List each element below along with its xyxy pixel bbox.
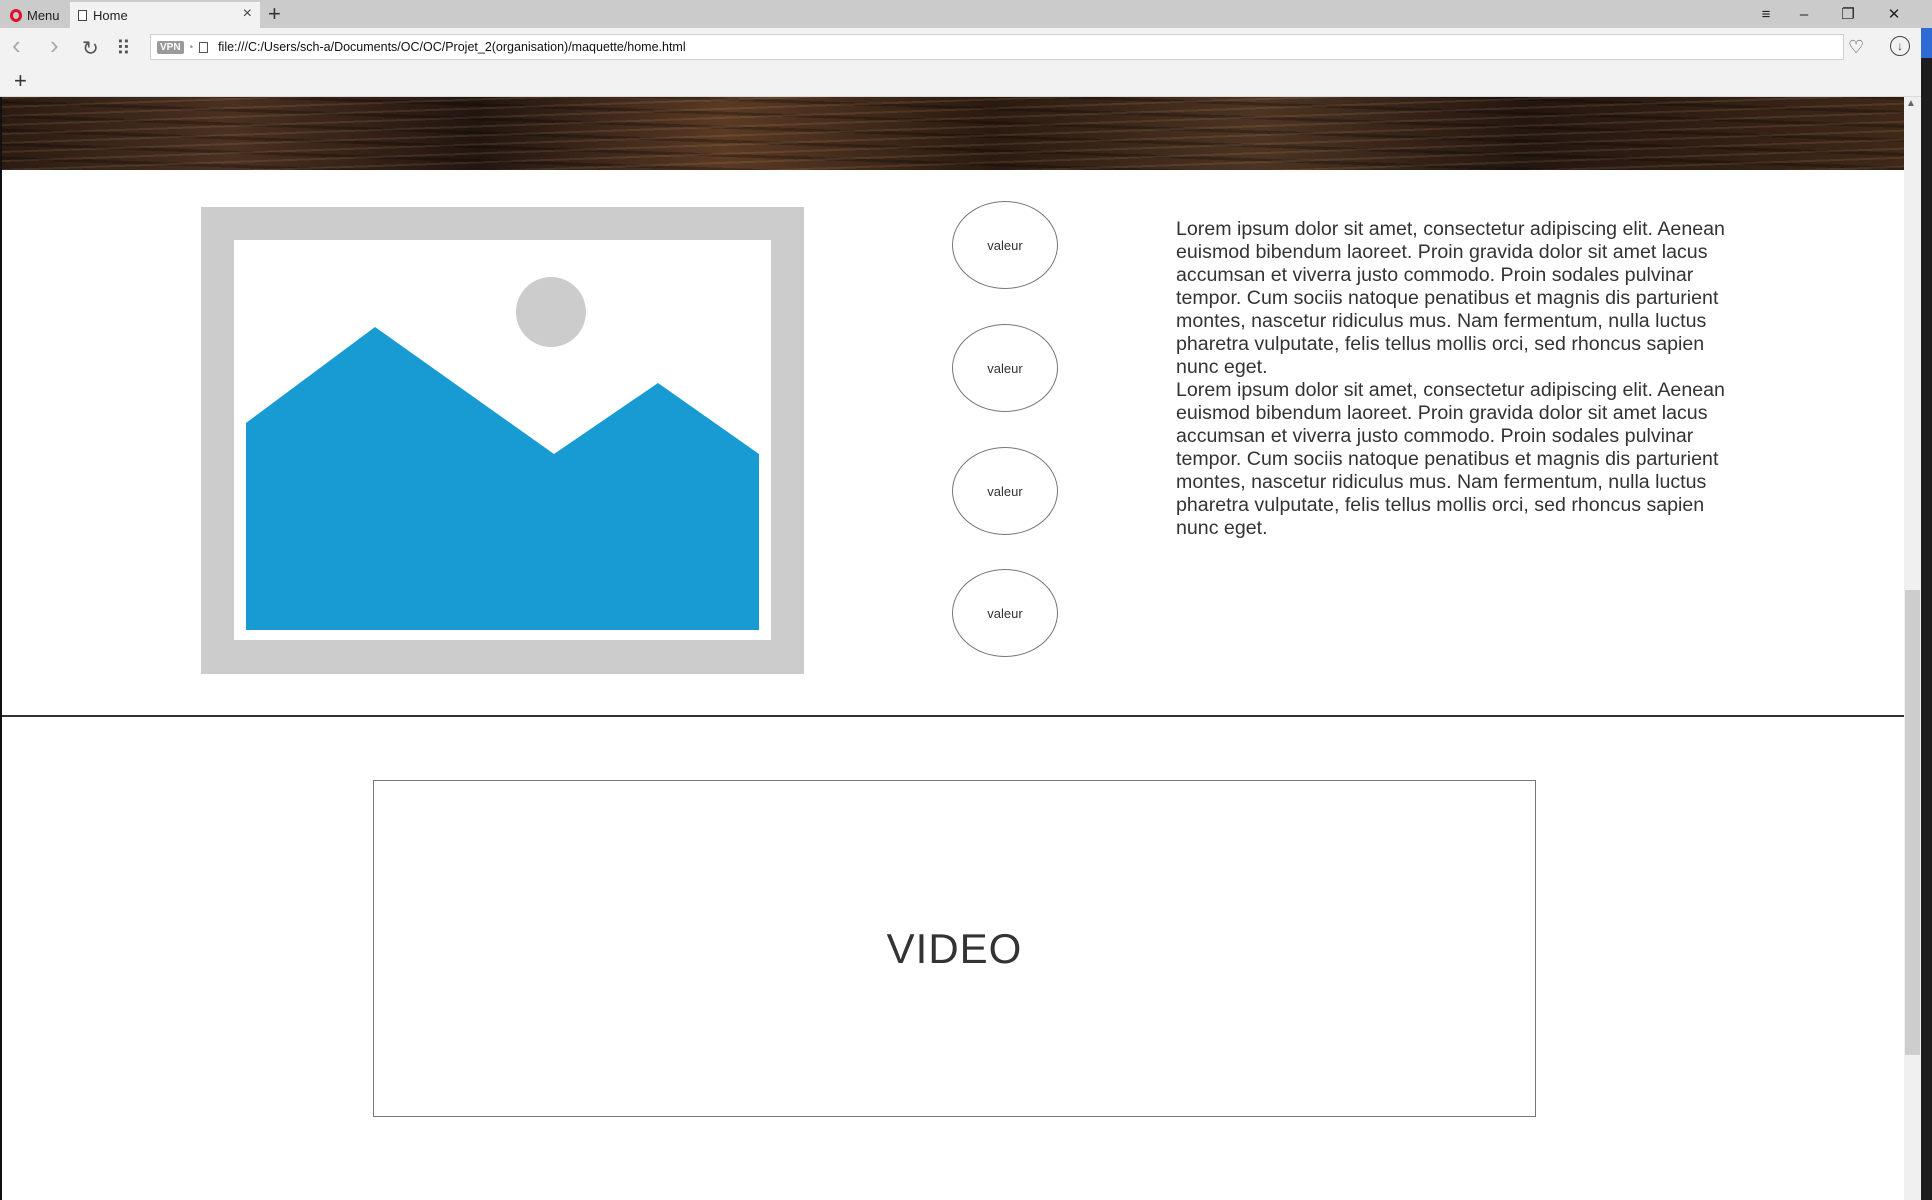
page-info-icon[interactable] bbox=[199, 41, 209, 53]
value-oval-1: valeur bbox=[952, 201, 1058, 289]
value-label: valeur bbox=[987, 360, 1023, 376]
speed-dial-icon[interactable]: ⠿ bbox=[116, 36, 131, 61]
mountains-shape bbox=[246, 327, 759, 630]
value-oval-4: valeur bbox=[952, 569, 1058, 657]
image-placeholder-inner bbox=[234, 240, 771, 640]
dot-separator: • bbox=[189, 41, 194, 53]
paragraph: Lorem ipsum dolor sit amet, consectetur … bbox=[1176, 379, 1725, 539]
minimize-button[interactable]: – bbox=[1782, 2, 1826, 26]
value-label: valeur bbox=[987, 483, 1023, 499]
image-placeholder bbox=[201, 207, 804, 674]
opera-logo-icon bbox=[10, 8, 22, 22]
heart-icon[interactable]: ♡ bbox=[1848, 37, 1864, 58]
scrollbar-thumb[interactable] bbox=[1905, 590, 1920, 1055]
url-field[interactable]: VPN • file:///C:/Users/sch-a/Documents/O… bbox=[150, 34, 1844, 60]
tab-strip: Menu Home × + ≡ – ❐ ✕ bbox=[0, 0, 1932, 28]
page-icon bbox=[78, 9, 87, 21]
value-label: valeur bbox=[987, 605, 1023, 621]
restore-button[interactable]: ❐ bbox=[1826, 2, 1870, 26]
value-label: valeur bbox=[987, 237, 1023, 253]
close-window-button[interactable]: ✕ bbox=[1872, 2, 1916, 26]
paragraph: Lorem ipsum dolor sit amet, consectetur … bbox=[1176, 218, 1725, 378]
scroll-up-icon[interactable]: ▲ bbox=[1906, 98, 1916, 109]
menu-label: Menu bbox=[27, 7, 60, 23]
vpn-badge[interactable]: VPN bbox=[157, 40, 184, 54]
add-bookmark-button[interactable]: + bbox=[14, 68, 27, 94]
back-button[interactable]: ‹ bbox=[12, 30, 21, 61]
reload-button[interactable]: ↻ bbox=[82, 36, 99, 61]
video-placeholder[interactable]: VIDEO bbox=[373, 780, 1536, 1117]
video-label: VIDEO bbox=[886, 924, 1023, 972]
section-divider bbox=[2, 715, 1904, 717]
sun-shape bbox=[516, 277, 586, 347]
address-bar-row: ‹ › ↻ ⠿ VPN • file:///C:/Users/sch-a/Doc… bbox=[0, 28, 1932, 68]
new-tab-button[interactable]: + bbox=[268, 1, 281, 27]
download-icon[interactable]: ↓ bbox=[1890, 36, 1910, 56]
opera-menu-button[interactable]: Menu bbox=[4, 3, 66, 27]
bookmarks-bar: + bbox=[0, 68, 1932, 97]
landscape-icon bbox=[246, 277, 759, 630]
lorem-text-block: Lorem ipsum dolor sit amet, consectetur … bbox=[1176, 218, 1752, 540]
url-text[interactable]: file:///C:/Users/sch-a/Documents/OC/OC/P… bbox=[218, 40, 686, 54]
value-oval-2: valeur bbox=[952, 324, 1058, 412]
tab-title: Home bbox=[93, 7, 128, 23]
value-oval-3: valeur bbox=[952, 447, 1058, 535]
forward-button[interactable]: › bbox=[50, 30, 59, 61]
page-viewport: valeur valeur valeur valeur Lorem ipsum … bbox=[0, 97, 1904, 1200]
wood-banner bbox=[2, 97, 1904, 170]
tab-home[interactable]: Home × bbox=[70, 2, 260, 28]
window-edge bbox=[1921, 28, 1932, 1200]
tab-close-icon[interactable]: × bbox=[243, 5, 252, 23]
window-edge-accent bbox=[1921, 28, 1932, 58]
